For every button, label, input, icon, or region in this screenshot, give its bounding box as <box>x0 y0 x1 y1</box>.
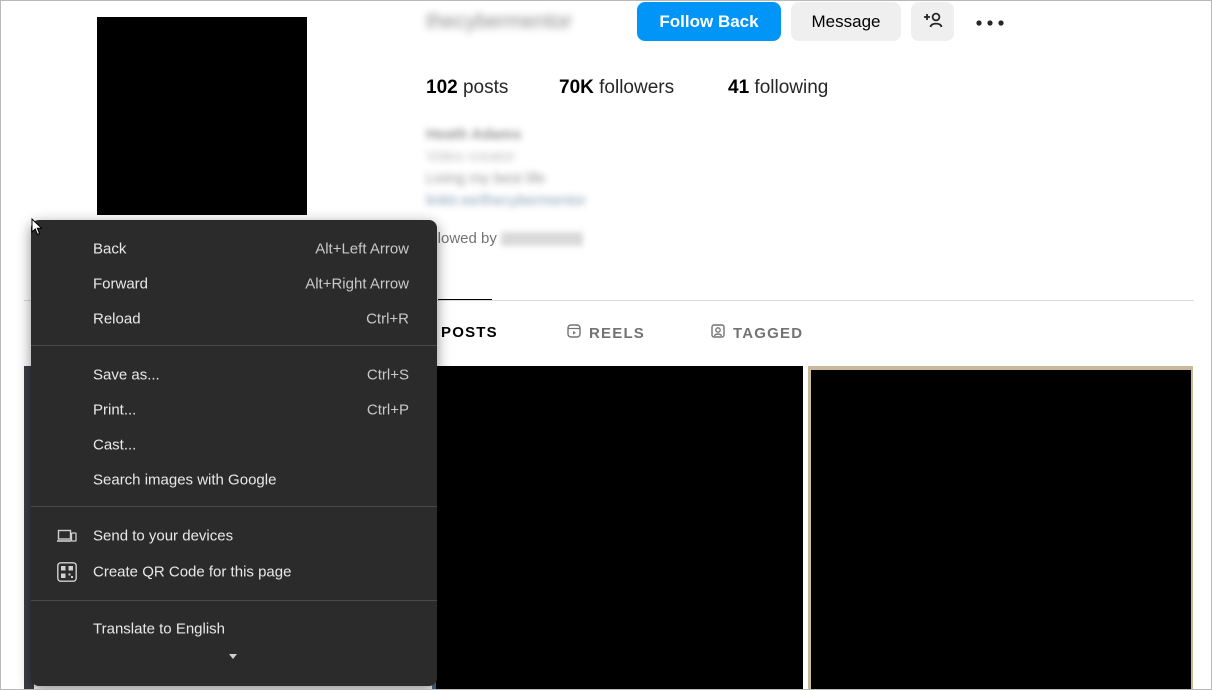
menu-item-label: Cast... <box>93 436 137 453</box>
menu-item-print[interactable]: Print... Ctrl+P <box>31 392 437 427</box>
tab-reels[interactable]: REELS <box>567 324 645 342</box>
profile-bio: Heath Adams Video creator Living my best… <box>426 126 586 214</box>
menu-item-label: Back <box>93 240 127 257</box>
menu-separator <box>31 600 437 601</box>
tab-reels-label: REELS <box>589 324 646 342</box>
posts-count: 102 <box>426 77 458 98</box>
menu-item-search-images[interactable]: Search images with Google <box>31 462 437 497</box>
menu-item-create-qr-code[interactable]: Create QR Code for this page <box>31 554 437 589</box>
menu-item-label: Reload <box>93 310 141 327</box>
profile-avatar[interactable] <box>97 17 307 215</box>
menu-item-label: Send to your devices <box>93 527 234 544</box>
posts-stat: 102 posts <box>426 77 508 99</box>
qr-code-icon <box>57 561 77 582</box>
bio-link[interactable]: linktr.ee/thecybermentor <box>426 192 586 214</box>
profile-username: thecybermentor <box>426 10 572 33</box>
tab-posts[interactable]: POSTS <box>441 324 498 341</box>
post-thumbnail[interactable] <box>436 366 803 690</box>
menu-item-shortcut: Ctrl+P <box>366 401 409 418</box>
followed-by-user <box>501 232 584 247</box>
menu-separator <box>31 506 437 507</box>
reels-icon <box>567 324 581 342</box>
more-horizontal-icon <box>976 14 1004 29</box>
menu-item-save-as[interactable]: Save as... Ctrl+S <box>31 357 437 392</box>
followed-by[interactable]: ollowed by <box>426 230 584 247</box>
followers-stat[interactable]: 70K followers <box>559 77 674 99</box>
tagged-icon <box>711 324 725 342</box>
mouse-cursor-icon <box>31 217 43 236</box>
followers-label: followers <box>599 77 675 98</box>
menu-item-shortcut: Ctrl+R <box>366 310 409 327</box>
menu-item-label: Search images with Google <box>93 471 277 488</box>
active-tab-indicator <box>438 299 492 300</box>
menu-item-forward[interactable]: Forward Alt+Right Arrow <box>31 266 437 301</box>
followers-count: 70K <box>559 77 594 98</box>
menu-item-label: Print... <box>93 401 137 418</box>
add-user-icon <box>922 11 944 32</box>
devices-icon <box>57 526 77 546</box>
following-stat[interactable]: 41 following <box>728 77 828 99</box>
menu-item-reload[interactable]: Reload Ctrl+R <box>31 301 437 336</box>
chevron-down-icon[interactable] <box>228 652 238 660</box>
posts-label: posts <box>462 77 509 98</box>
bio-name: Heath Adams <box>426 126 522 143</box>
context-menu: Back Alt+Left Arrow Forward Alt+Right Ar… <box>31 220 437 686</box>
tab-tagged[interactable]: TAGGED <box>711 324 803 342</box>
menu-item-label: Save as... <box>93 366 160 383</box>
menu-item-back[interactable]: Back Alt+Left Arrow <box>31 231 437 266</box>
menu-item-shortcut: Alt+Left Arrow <box>315 240 409 257</box>
menu-item-label: Create QR Code for this page <box>93 563 292 580</box>
more-options-button[interactable] <box>968 6 1012 36</box>
following-count: 41 <box>728 77 750 98</box>
bio-text: Living my best life <box>426 170 546 187</box>
bio-category: Video creator <box>426 148 515 165</box>
menu-item-shortcut: Ctrl+S <box>366 366 409 383</box>
menu-item-shortcut: Alt+Right Arrow <box>305 275 409 292</box>
follow-back-button[interactable]: Follow Back <box>637 2 781 41</box>
menu-item-cast[interactable]: Cast... <box>31 427 437 462</box>
following-label: following <box>754 77 829 98</box>
menu-item-label: Forward <box>93 275 149 292</box>
post-thumbnail[interactable] <box>808 366 1193 690</box>
add-user-button[interactable] <box>911 2 954 41</box>
menu-separator <box>31 345 437 346</box>
message-button[interactable]: Message <box>791 2 901 41</box>
menu-item-translate[interactable]: Translate to English <box>31 611 437 646</box>
tab-tagged-label: TAGGED <box>733 324 804 342</box>
tab-posts-label: POSTS <box>441 324 498 341</box>
menu-item-send-to-devices[interactable]: Send to your devices <box>31 518 437 553</box>
menu-item-label: Translate to English <box>93 620 226 637</box>
